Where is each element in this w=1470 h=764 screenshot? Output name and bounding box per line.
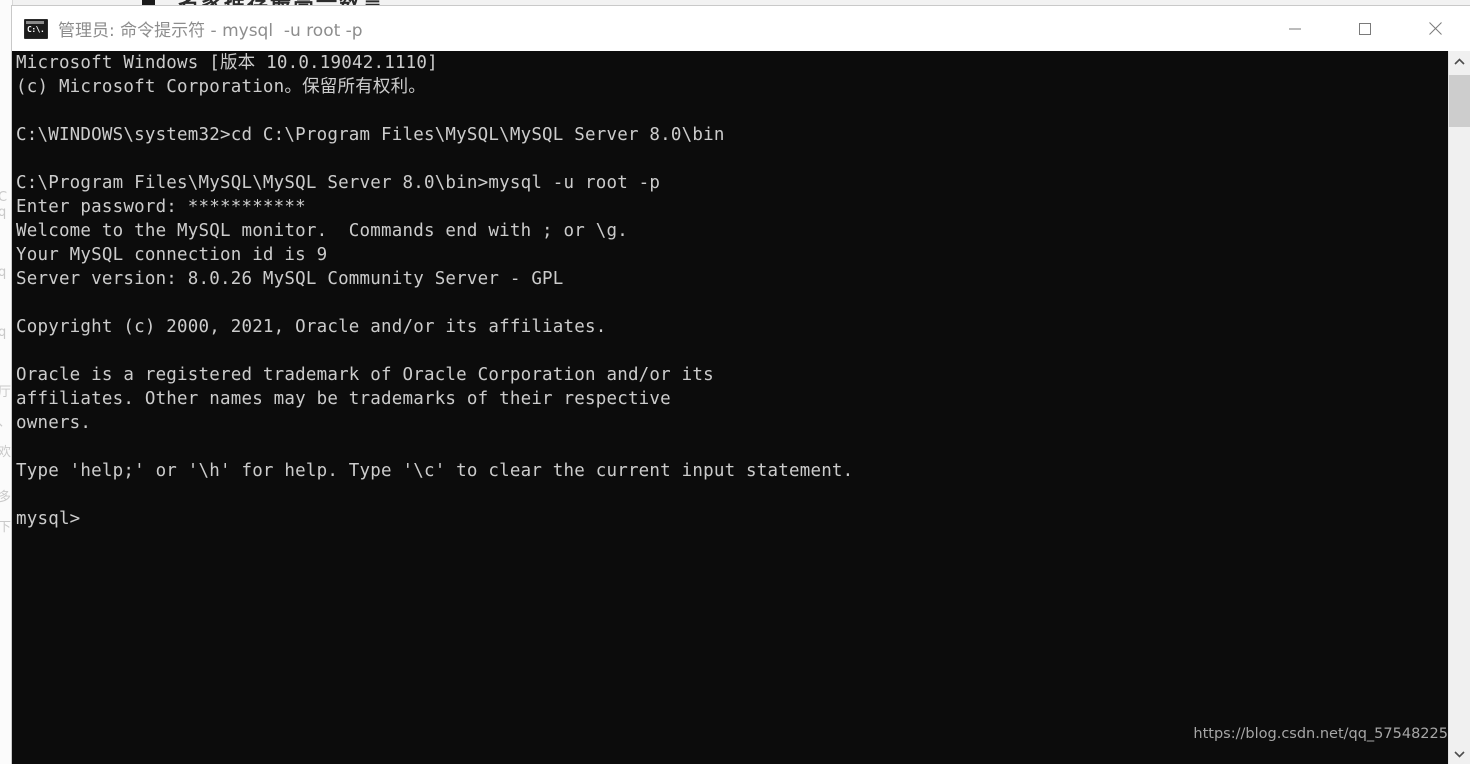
background-left-text: Cq q q 厅 、 欢 多 下 — [0, 190, 11, 535]
scroll-down-arrow-icon[interactable] — [1449, 743, 1470, 764]
cmd-icon: C:\. — [24, 18, 48, 39]
console-output-area[interactable]: Microsoft Windows [版本 10.0.19042.1110] (… — [12, 51, 1470, 764]
scrollbar-thumb[interactable] — [1449, 75, 1470, 127]
minimize-button[interactable] — [1260, 6, 1330, 51]
window-controls — [1260, 6, 1470, 51]
screen: 名家推荐最高一数言 Cq q q 厅 、 欢 多 下 C:\. 管理员: 命令提… — [0, 0, 1470, 764]
cmd-icon-prompt-glyph: C:\. — [27, 24, 45, 34]
scrollbar-track[interactable] — [1449, 72, 1470, 743]
console-window: C:\. 管理员: 命令提示符 - mysql -u root -p Micro… — [12, 6, 1470, 764]
cmd-icon-titlebar-strip — [26, 20, 44, 24]
vertical-scrollbar[interactable] — [1448, 51, 1470, 764]
title-bar[interactable]: C:\. 管理员: 命令提示符 - mysql -u root -p — [12, 6, 1470, 52]
window-title: 管理员: 命令提示符 - mysql -u root -p — [58, 21, 363, 41]
close-button[interactable] — [1400, 6, 1470, 51]
watermark: https://blog.csdn.net/qq_57548225 — [1193, 726, 1448, 742]
scroll-up-arrow-icon[interactable] — [1449, 51, 1470, 72]
maximize-button[interactable] — [1330, 6, 1400, 51]
console-text: Microsoft Windows [版本 10.0.19042.1110] (… — [16, 53, 854, 529]
